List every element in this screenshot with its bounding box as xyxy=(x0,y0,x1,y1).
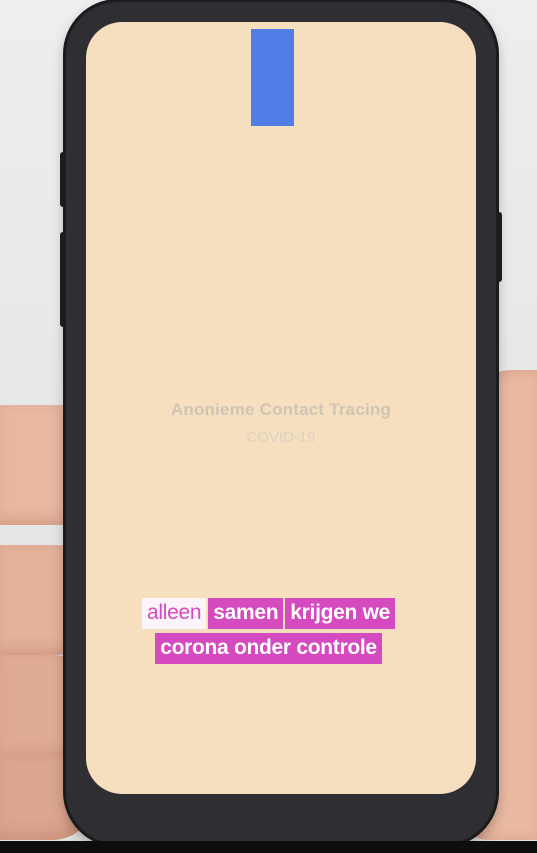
volume-down-button xyxy=(60,232,66,327)
caption-word: samen xyxy=(208,598,284,629)
caption-line-2: corona onder controle xyxy=(0,633,537,664)
caption-line-1: alleen samen krijgen we xyxy=(0,598,537,629)
app-title: Anonieme Contact Tracing xyxy=(170,400,392,419)
phone-screen[interactable]: Anonieme Contact Tracing COVID-19 xyxy=(86,22,476,794)
video-frame: Anonieme Contact Tracing COVID-19 alleen… xyxy=(0,0,537,853)
caption-word: corona onder controle xyxy=(155,633,382,664)
caption-word: krijgen we xyxy=(285,598,395,629)
phone: Anonieme Contact Tracing COVID-19 xyxy=(60,2,502,844)
loading-indicator xyxy=(251,29,294,126)
power-button xyxy=(496,212,502,282)
video-bottom-bar xyxy=(0,841,537,853)
caption-word: alleen xyxy=(141,598,207,629)
subtitle-captions: alleen samen krijgen we corona onder contr… xyxy=(0,598,537,668)
app-subtitle: COVID-19 xyxy=(246,429,316,446)
volume-up-button xyxy=(60,152,66,207)
